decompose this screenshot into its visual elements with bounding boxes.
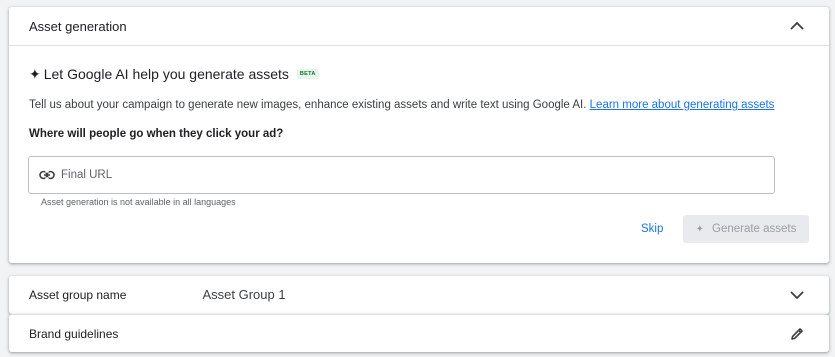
asset-generation-card: Asset generation ✦ Let Google AI help yo… bbox=[9, 7, 829, 263]
asset-generation-header[interactable]: Asset generation bbox=[9, 7, 829, 46]
sparkle-icon: ✦ bbox=[29, 66, 41, 82]
final-url-input[interactable] bbox=[61, 169, 661, 181]
description-text: Tell us about your campaign to generate … bbox=[29, 99, 587, 111]
chevron-down-icon bbox=[790, 291, 804, 300]
asset-generation-title: Asset generation bbox=[29, 18, 127, 34]
asset-group-label: Asset group name bbox=[29, 288, 127, 302]
ai-title-row: ✦ Let Google AI help you generate assets… bbox=[29, 66, 319, 82]
skip-button[interactable]: Skip bbox=[641, 223, 663, 235]
brand-guidelines-card[interactable]: Brand guidelines bbox=[9, 314, 829, 352]
asset-group-card[interactable]: Asset group name Asset Group 1 bbox=[9, 276, 829, 314]
link-icon bbox=[39, 170, 55, 180]
language-hint: Asset generation is not available in all… bbox=[41, 197, 236, 207]
collapse-button[interactable] bbox=[785, 14, 809, 38]
expand-button[interactable] bbox=[785, 283, 809, 307]
url-question: Where will people go when they click you… bbox=[29, 128, 284, 140]
generate-assets-button[interactable]: ✦ Generate assets bbox=[683, 215, 809, 243]
chevron-up-icon bbox=[790, 21, 804, 30]
learn-more-link[interactable]: Learn more about generating assets bbox=[590, 99, 775, 111]
pencil-icon bbox=[791, 328, 803, 340]
final-url-field[interactable] bbox=[28, 156, 775, 194]
generate-assets-label: Generate assets bbox=[712, 223, 797, 235]
asset-group-value: Asset Group 1 bbox=[202, 287, 286, 302]
description: Tell us about your campaign to generate … bbox=[29, 99, 774, 111]
ai-title: Let Google AI help you generate assets bbox=[43, 66, 289, 82]
sparkle-icon: ✦ bbox=[695, 223, 704, 235]
beta-badge: BETA bbox=[296, 69, 319, 79]
brand-guidelines-label: Brand guidelines bbox=[29, 327, 119, 341]
edit-button[interactable] bbox=[785, 322, 809, 346]
